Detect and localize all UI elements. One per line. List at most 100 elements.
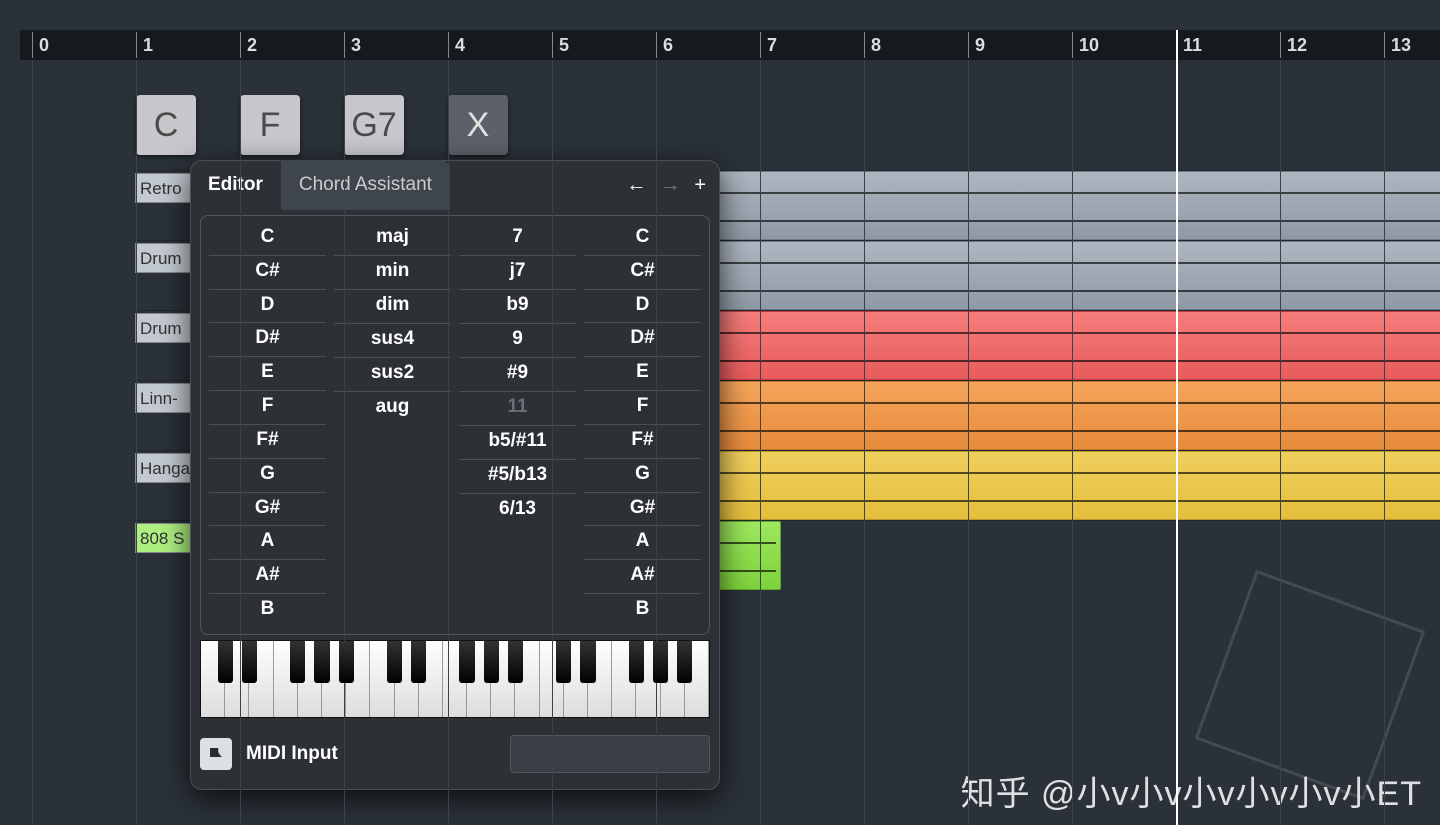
ruler-tick[interactable]: 9 [968,32,985,58]
chord-cell[interactable]: F# [584,425,701,459]
chord-cell[interactable]: C# [209,256,326,290]
midi-input-icon[interactable] [200,738,232,770]
chord-cell[interactable]: dim [334,290,451,324]
black-key[interactable] [290,641,305,683]
chord-cell[interactable]: F# [209,425,326,459]
ruler-tick[interactable]: 11 [1176,32,1202,58]
ruler-tick[interactable]: 4 [448,32,465,58]
audio-clip[interactable] [635,381,1440,450]
track-label[interactable]: Hanga [135,453,190,483]
chord-cell[interactable]: B [584,594,701,628]
chord-cell[interactable]: #9 [459,358,576,392]
chord-cell[interactable]: B [209,594,326,628]
watermark-shape [1195,570,1426,801]
ruler-tick[interactable]: 13 [1384,32,1411,58]
chord-block[interactable]: G7 [344,95,404,155]
ruler-tick[interactable]: 3 [344,32,361,58]
gridline [448,60,449,825]
track-label[interactable]: Drum [135,243,190,273]
black-key[interactable] [411,641,426,683]
playhead[interactable] [1176,30,1178,825]
chord-cell[interactable]: j7 [459,256,576,290]
chord-cell[interactable]: C [584,222,701,256]
tab-editor[interactable]: Editor [190,160,281,210]
chord-cell[interactable]: min [334,256,451,290]
black-key[interactable] [484,641,499,683]
chord-cell[interactable]: E [584,357,701,391]
black-key[interactable] [629,641,644,683]
chord-cell[interactable]: G [584,459,701,493]
chord-cell[interactable]: C [209,222,326,256]
add-icon[interactable]: + [694,174,706,197]
audio-clip[interactable] [635,241,1440,310]
chord-cell[interactable]: D# [584,323,701,357]
ruler-tick[interactable]: 0 [32,32,49,58]
chord-editor-body: CC#DD#EFF#GG#AA#B majmindimsus4sus2aug 7… [200,215,710,635]
ruler-tick[interactable]: 1 [136,32,153,58]
chord-cell[interactable]: aug [334,392,451,426]
chord-block[interactable]: F [240,95,300,155]
audio-clip[interactable] [635,311,1440,380]
ruler-tick[interactable]: 7 [760,32,777,58]
chord-cell[interactable]: sus4 [334,324,451,358]
chord-cell[interactable]: A# [209,560,326,594]
black-key[interactable] [339,641,354,683]
black-key[interactable] [218,641,233,683]
chord-cell[interactable]: 6/13 [459,494,576,528]
chord-cell[interactable]: 7 [459,222,576,256]
chord-cell[interactable]: G [209,459,326,493]
track-label[interactable]: 808 S [135,523,190,553]
chord-cell[interactable]: 11 [459,392,576,426]
piano-keyboard[interactable] [200,640,710,718]
chord-cell[interactable]: D [584,290,701,324]
track-label[interactable]: Drum [135,313,190,343]
track-label[interactable]: Linn- [135,383,190,413]
ruler-tick[interactable]: 6 [656,32,673,58]
ruler-tick[interactable]: 8 [864,32,881,58]
chord-cell[interactable]: F [209,391,326,425]
black-key[interactable] [242,641,257,683]
chord-cell[interactable]: G# [209,493,326,527]
track-label[interactable]: Retro [135,173,190,203]
black-key[interactable] [677,641,692,683]
ruler-tick[interactable]: 2 [240,32,257,58]
chord-cell[interactable]: D [209,290,326,324]
chord-cell[interactable]: A [584,526,701,560]
gridline [1280,60,1281,825]
chord-block[interactable]: C [136,95,196,155]
chord-cell[interactable]: 9 [459,324,576,358]
ruler-tick[interactable]: 12 [1280,32,1307,58]
chord-cell[interactable]: maj [334,222,451,256]
ruler-tick[interactable]: 5 [552,32,569,58]
chord-cell[interactable]: G# [584,493,701,527]
chord-cell[interactable]: #5/b13 [459,460,576,494]
chord-cell[interactable]: F [584,391,701,425]
back-icon[interactable]: ← [626,174,646,197]
gridline [968,60,969,825]
black-key[interactable] [580,641,595,683]
black-key[interactable] [556,641,571,683]
chord-cell[interactable]: D# [209,323,326,357]
chord-cell[interactable]: b9 [459,290,576,324]
audio-clip[interactable] [635,451,1440,520]
audio-clip[interactable] [635,171,1440,240]
black-key[interactable] [653,641,668,683]
black-key[interactable] [314,641,329,683]
forward-icon[interactable]: → [660,174,680,197]
chord-cell[interactable]: C# [584,256,701,290]
chord-cell[interactable]: A# [584,560,701,594]
black-key[interactable] [387,641,402,683]
chord-cell[interactable]: b5/#11 [459,426,576,460]
tab-chord-assistant[interactable]: Chord Assistant [281,160,450,210]
timeline-ruler[interactable]: 012345678910111213 [20,30,1440,60]
gridline [1384,60,1385,825]
chord-cell[interactable]: A [209,526,326,560]
chord-cell[interactable]: E [209,357,326,391]
chord-cell[interactable]: sus2 [334,358,451,392]
ruler-tick[interactable]: 10 [1072,32,1099,58]
chord-block[interactable]: X [448,95,508,155]
gridline [1072,60,1073,825]
col-tension: 7j7b99#911b5/#11#5/b136/13 [455,222,580,628]
black-key[interactable] [459,641,474,683]
black-key[interactable] [508,641,523,683]
